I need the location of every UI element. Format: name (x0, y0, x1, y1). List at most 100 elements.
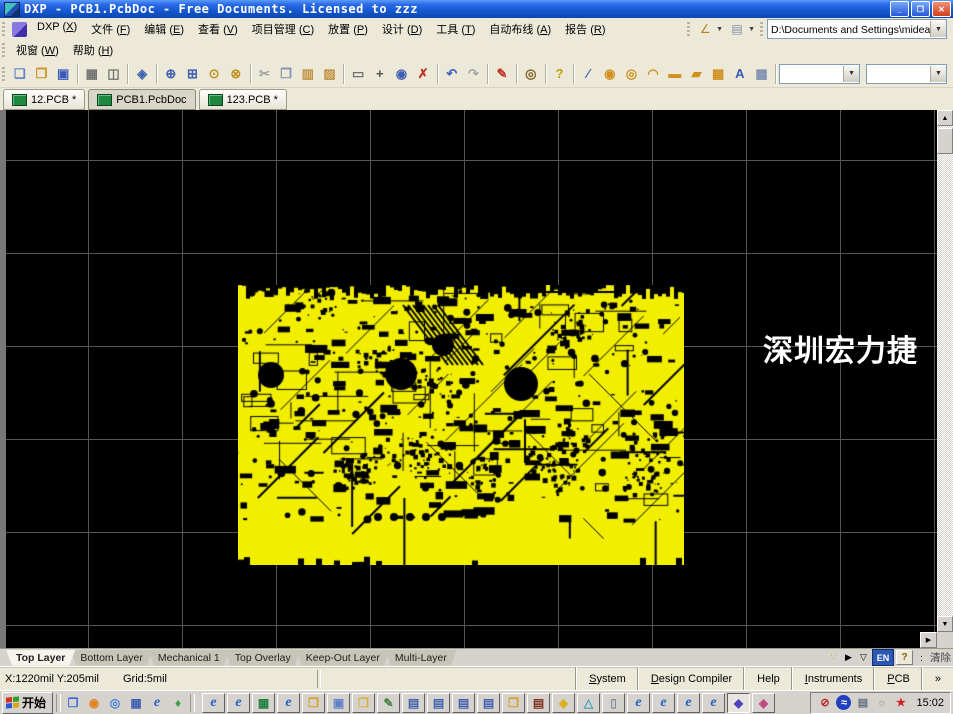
taskbar-button-notepad[interactable]: ▯ (602, 693, 625, 713)
zoom-selection-button[interactable]: ⊙ (203, 63, 225, 85)
menu-item-1[interactable]: 文件 (F) (84, 19, 137, 39)
taskbar-button-books[interactable]: ▤ (527, 693, 550, 713)
place-line-button[interactable]: ∕ (577, 63, 599, 85)
pcb-artwork[interactable] (238, 285, 684, 565)
footprint-combo[interactable]: ▼ (779, 64, 860, 84)
taskbar-button-excel[interactable]: ▦ (252, 693, 275, 713)
chevron-down-icon[interactable]: ▼ (748, 26, 755, 33)
place-via-button[interactable]: ◎ (621, 63, 643, 85)
place-polygon-button[interactable]: ▰ (686, 63, 708, 85)
layer-tab-bottom-layer[interactable]: Bottom Layer (70, 650, 152, 666)
status-panel--[interactable]: » (922, 667, 953, 690)
taskbar-clock[interactable]: 15:02 (912, 697, 944, 709)
taskbar-button-folder[interactable]: ❒ (502, 693, 525, 713)
help-button[interactable]: ? (549, 63, 571, 85)
language-indicator[interactable]: EN (872, 649, 894, 666)
toolbar-grip[interactable] (687, 22, 690, 36)
language-help-icon[interactable]: ? (896, 650, 913, 665)
layer-tab-mechanical-1[interactable]: Mechanical 1 (148, 650, 230, 666)
clear-button[interactable]: 清除 (930, 650, 951, 665)
measure-tool-button[interactable]: ∠ (694, 20, 716, 38)
snap-grid-icon[interactable]: ∵ (827, 651, 840, 665)
find-similar-button[interactable]: ◎ (520, 63, 542, 85)
zoom-area-button[interactable]: ⊞ (182, 63, 204, 85)
quick-launch-internet-explorer-icon[interactable]: e (148, 694, 166, 712)
minimize-button[interactable]: _ (890, 1, 909, 17)
tray-network-icon[interactable]: ▤ (855, 695, 870, 710)
highlight-net-button[interactable]: ◉ (391, 63, 413, 85)
restore-button[interactable]: ❐ (911, 1, 930, 17)
layer-stack-button[interactable]: ▤ (726, 20, 748, 38)
taskbar-button-word-doc[interactable]: ▤ (477, 693, 500, 713)
scroll-right-icon[interactable]: ▶ (920, 632, 937, 648)
scroll-up-icon[interactable]: ▲ (937, 110, 953, 126)
pcb-editor-canvas[interactable]: 深圳宏力捷 (0, 110, 937, 648)
taskbar-button-ie[interactable]: e (227, 693, 250, 713)
menu-item-9[interactable]: 报告 (R) (558, 19, 612, 39)
mask-play-icon[interactable]: ▶ (842, 651, 855, 665)
start-button[interactable]: 开始 (2, 692, 53, 714)
place-pad-button[interactable]: ◉ (599, 63, 621, 85)
print-button[interactable]: ▦ (81, 63, 103, 85)
zoom-fit-button[interactable]: ⊕ (160, 63, 182, 85)
place-fill-button[interactable]: ▬ (664, 63, 686, 85)
toolbar-grip[interactable] (2, 43, 5, 57)
tray-audio-device-icon[interactable]: ≈ (836, 695, 851, 710)
status-panel-help[interactable]: Help (744, 667, 792, 690)
vertical-scroll-thumb[interactable] (937, 128, 953, 154)
chevron-down-icon[interactable]: ▼ (930, 66, 946, 82)
taskbar-button-dxp[interactable]: ◆ (727, 693, 750, 713)
status-panel-pcb[interactable]: PCB (874, 667, 922, 690)
menu-item-2[interactable]: 编辑 (E) (137, 19, 191, 39)
taskbar-button-colorful-app[interactable]: ◈ (752, 693, 775, 713)
taskbar-button-ie[interactable]: e (702, 693, 725, 713)
taskbar-button-ie[interactable]: e (652, 693, 675, 713)
redo-button[interactable]: ↷ (463, 63, 485, 85)
copy-button[interactable]: ❐ (275, 63, 297, 85)
menu-item-6[interactable]: 设计 (D) (375, 19, 429, 39)
zoom-filter-button[interactable]: ⊗ (225, 63, 247, 85)
browse-components-button[interactable]: ◈ (131, 63, 153, 85)
cut-button[interactable]: ✂ (254, 63, 276, 85)
layer-tab-top-layer[interactable]: Top Layer (6, 650, 75, 666)
net-combo[interactable]: ▼ (866, 64, 947, 84)
favorites-path-combo[interactable]: D:\Documents and Settings\midea\桌面 ▼ (767, 19, 947, 39)
status-panel-system[interactable]: System (576, 667, 638, 690)
place-component-button[interactable]: ▩ (751, 63, 773, 85)
menu-item-7[interactable]: 工具 (T) (429, 19, 482, 39)
document-tab-2[interactable]: 123.PCB * (199, 89, 287, 110)
menu-item-0[interactable]: DXP (X) (30, 19, 84, 39)
document-tab-1[interactable]: PCB1.PcbDoc (88, 89, 195, 110)
taskbar-button-ie[interactable]: e (677, 693, 700, 713)
taskbar-button-open-folder[interactable]: ❒ (352, 693, 375, 713)
paste-array-button[interactable]: ▨ (319, 63, 341, 85)
tray-volume-muted-icon[interactable]: ⊘ (817, 695, 832, 710)
print-preview-button[interactable]: ◫ (103, 63, 125, 85)
place-arc-button[interactable]: ◠ (642, 63, 664, 85)
tray-power-icon[interactable]: ☼ (874, 695, 889, 710)
document-tab-0[interactable]: 12.PCB * (3, 89, 85, 110)
menu-item-0[interactable]: 视窗 (W) (9, 40, 66, 60)
select-area-button[interactable]: ▭ (347, 63, 369, 85)
language-options-icon[interactable]: : (915, 651, 928, 665)
taskbar-button-ie[interactable]: e (627, 693, 650, 713)
interactive-routing-button[interactable]: ✎ (491, 63, 513, 85)
taskbar-button-word-doc[interactable]: ▤ (402, 693, 425, 713)
scroll-down-icon[interactable]: ▼ (937, 616, 953, 632)
clear-filter-button[interactable]: ✗ (412, 63, 434, 85)
chevron-down-icon[interactable]: ▼ (716, 26, 723, 33)
quick-launch-show-desktop-icon[interactable]: ❐ (64, 694, 82, 712)
menu-item-5[interactable]: 放置 (P) (321, 19, 375, 39)
taskbar-button-image-viewer[interactable]: ▣ (327, 693, 350, 713)
taskbar-button-word-doc[interactable]: ▤ (427, 693, 450, 713)
vertical-scrollbar[interactable]: ▲ ▼ (937, 110, 953, 632)
layer-tab-top-overlay[interactable]: Top Overlay (225, 650, 301, 666)
taskbar-button-paint[interactable]: ✎ (377, 693, 400, 713)
toolbar-grip[interactable] (2, 67, 5, 81)
toolbar-grip[interactable] (2, 22, 5, 36)
new-document-button[interactable]: ❏ (9, 63, 31, 85)
menu-item-4[interactable]: 项目管理 (C) (245, 19, 321, 39)
chevron-down-icon[interactable]: ▼ (843, 66, 859, 82)
taskbar-button-word-doc[interactable]: ▤ (452, 693, 475, 713)
taskbar-button-helmet[interactable]: ◆ (552, 693, 575, 713)
